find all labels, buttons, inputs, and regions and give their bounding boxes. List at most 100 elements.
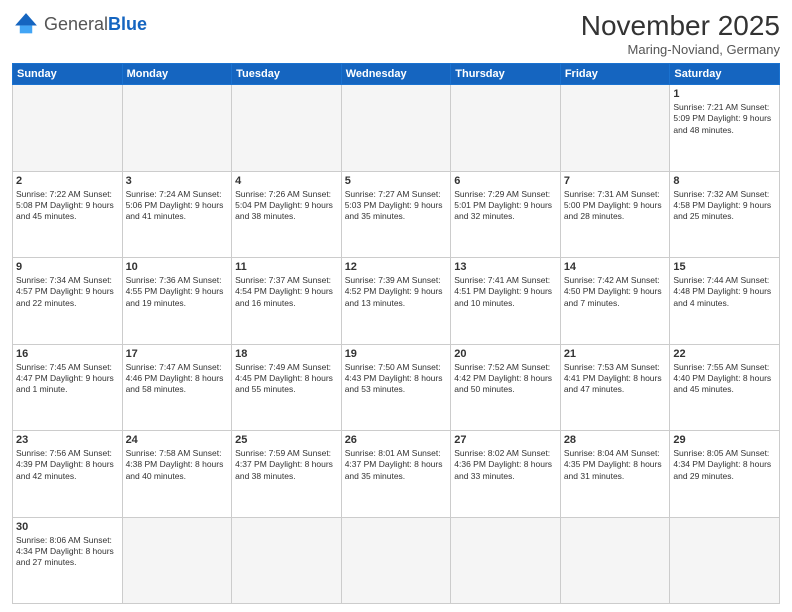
day-info: Sunrise: 8:04 AM Sunset: 4:35 PM Dayligh… <box>564 448 667 482</box>
logo-icon <box>12 10 40 38</box>
day-info: Sunrise: 8:02 AM Sunset: 4:36 PM Dayligh… <box>454 448 557 482</box>
day-number: 26 <box>345 434 448 446</box>
day-number: 16 <box>16 348 119 360</box>
week-row-1: 2 Sunrise: 7:22 AM Sunset: 5:08 PM Daylig… <box>13 171 780 258</box>
day-cell <box>232 85 342 172</box>
day-number: 30 <box>16 521 119 533</box>
day-number: 14 <box>564 261 667 273</box>
day-number: 23 <box>16 434 119 446</box>
day-info: Sunrise: 7:58 AM Sunset: 4:38 PM Dayligh… <box>126 448 229 482</box>
col-header-friday: Friday <box>560 64 670 85</box>
day-info: Sunrise: 7:27 AM Sunset: 5:03 PM Dayligh… <box>345 189 448 223</box>
day-cell: 25Sunrise: 7:59 AM Sunset: 4:37 PM Dayli… <box>232 431 342 518</box>
col-header-thursday: Thursday <box>451 64 561 85</box>
day-info: Sunrise: 8:05 AM Sunset: 4:34 PM Dayligh… <box>673 448 776 482</box>
day-cell: 11 Sunrise: 7:37 AM Sunset: 4:54 PM Dayli… <box>232 258 342 345</box>
day-info: Sunrise: 7:50 AM Sunset: 4:43 PM Dayligh… <box>345 362 448 396</box>
day-info: Sunrise: 8:01 AM Sunset: 4:37 PM Dayligh… <box>345 448 448 482</box>
day-number: 18 <box>235 348 338 360</box>
day-info: Sunrise: 7:31 AM Sunset: 5:00 PM Dayligh… <box>564 189 667 223</box>
col-header-tuesday: Tuesday <box>232 64 342 85</box>
day-number: 15 <box>673 261 776 273</box>
logo-text: GeneralBlue <box>44 15 147 33</box>
day-number: 27 <box>454 434 557 446</box>
day-cell: 5 Sunrise: 7:27 AM Sunset: 5:03 PM Daylig… <box>341 171 451 258</box>
day-info: Sunrise: 7:44 AM Sunset: 4:48 PM Dayligh… <box>673 275 776 309</box>
day-number: 11 <box>235 261 338 273</box>
logo-blue: Blue <box>108 14 147 34</box>
day-cell: 28 Sunrise: 8:04 AM Sunset: 4:35 PM Dayli… <box>560 431 670 518</box>
day-number: 5 <box>345 175 448 187</box>
day-info: Sunrise: 7:59 AM Sunset: 4:37 PM Dayligh… <box>235 448 338 482</box>
day-cell <box>122 517 232 604</box>
week-row-5: 30 Sunrise: 8:06 AM Sunset: 4:34 PM Dayli… <box>13 517 780 604</box>
week-row-3: 16 Sunrise: 7:45 AM Sunset: 4:47 PM Dayli… <box>13 344 780 431</box>
week-row-4: 23 Sunrise: 7:56 AM Sunset: 4:39 PM Dayli… <box>13 431 780 518</box>
day-info: Sunrise: 7:49 AM Sunset: 4:45 PM Dayligh… <box>235 362 338 396</box>
day-number: 29 <box>673 434 776 446</box>
calendar: SundayMondayTuesdayWednesdayThursdayFrid… <box>12 63 780 604</box>
day-cell: 18 Sunrise: 7:49 AM Sunset: 4:45 PM Dayli… <box>232 344 342 431</box>
day-cell: 19 Sunrise: 7:50 AM Sunset: 4:43 PM Dayli… <box>341 344 451 431</box>
day-cell: 30 Sunrise: 8:06 AM Sunset: 4:34 PM Dayli… <box>13 517 123 604</box>
day-info: Sunrise: 7:41 AM Sunset: 4:51 PM Dayligh… <box>454 275 557 309</box>
day-info: Sunrise: 7:34 AM Sunset: 4:57 PM Dayligh… <box>16 275 119 309</box>
day-info: Sunrise: 7:56 AM Sunset: 4:39 PM Dayligh… <box>16 448 119 482</box>
day-cell <box>341 85 451 172</box>
day-info: Sunrise: 8:06 AM Sunset: 4:34 PM Dayligh… <box>16 535 119 569</box>
day-cell: 8 Sunrise: 7:32 AM Sunset: 4:58 PM Daylig… <box>670 171 780 258</box>
day-number: 10 <box>126 261 229 273</box>
day-number: 21 <box>564 348 667 360</box>
day-info: Sunrise: 7:53 AM Sunset: 4:41 PM Dayligh… <box>564 362 667 396</box>
week-row-2: 9Sunrise: 7:34 AM Sunset: 4:57 PM Daylig… <box>13 258 780 345</box>
logo-general: General <box>44 14 108 34</box>
day-cell <box>232 517 342 604</box>
day-number: 17 <box>126 348 229 360</box>
day-number: 28 <box>564 434 667 446</box>
day-info: Sunrise: 7:22 AM Sunset: 5:08 PM Dayligh… <box>16 189 119 223</box>
day-number: 2 <box>16 175 119 187</box>
day-cell: 1Sunrise: 7:21 AM Sunset: 5:09 PM Daylig… <box>670 85 780 172</box>
location-title: Maring-Noviand, Germany <box>581 42 780 57</box>
day-cell: 20Sunrise: 7:52 AM Sunset: 4:42 PM Dayli… <box>451 344 561 431</box>
col-header-saturday: Saturday <box>670 64 780 85</box>
day-cell: 7 Sunrise: 7:31 AM Sunset: 5:00 PM Daylig… <box>560 171 670 258</box>
day-cell: 10Sunrise: 7:36 AM Sunset: 4:55 PM Dayli… <box>122 258 232 345</box>
day-number: 1 <box>673 88 776 100</box>
day-cell: 29 Sunrise: 8:05 AM Sunset: 4:34 PM Dayli… <box>670 431 780 518</box>
day-number: 22 <box>673 348 776 360</box>
header-row: SundayMondayTuesdayWednesdayThursdayFrid… <box>13 64 780 85</box>
day-cell <box>560 517 670 604</box>
day-number: 19 <box>345 348 448 360</box>
day-cell <box>451 85 561 172</box>
col-header-sunday: Sunday <box>13 64 123 85</box>
day-info: Sunrise: 7:45 AM Sunset: 4:47 PM Dayligh… <box>16 362 119 396</box>
day-cell: 3Sunrise: 7:24 AM Sunset: 5:06 PM Daylig… <box>122 171 232 258</box>
day-info: Sunrise: 7:39 AM Sunset: 4:52 PM Dayligh… <box>345 275 448 309</box>
day-cell: 24 Sunrise: 7:58 AM Sunset: 4:38 PM Dayli… <box>122 431 232 518</box>
day-info: Sunrise: 7:37 AM Sunset: 4:54 PM Dayligh… <box>235 275 338 309</box>
day-cell <box>451 517 561 604</box>
day-cell: 23 Sunrise: 7:56 AM Sunset: 4:39 PM Dayli… <box>13 431 123 518</box>
title-block: November 2025 Maring-Noviand, Germany <box>581 10 780 57</box>
day-number: 8 <box>673 175 776 187</box>
logo: GeneralBlue <box>12 10 147 38</box>
day-number: 3 <box>126 175 229 187</box>
day-info: Sunrise: 7:55 AM Sunset: 4:40 PM Dayligh… <box>673 362 776 396</box>
day-cell: 15 Sunrise: 7:44 AM Sunset: 4:48 PM Dayli… <box>670 258 780 345</box>
day-cell <box>122 85 232 172</box>
day-number: 4 <box>235 175 338 187</box>
day-number: 24 <box>126 434 229 446</box>
day-cell: 6Sunrise: 7:29 AM Sunset: 5:01 PM Daylig… <box>451 171 561 258</box>
day-cell: 17 Sunrise: 7:47 AM Sunset: 4:46 PM Dayli… <box>122 344 232 431</box>
col-header-wednesday: Wednesday <box>341 64 451 85</box>
day-info: Sunrise: 7:47 AM Sunset: 4:46 PM Dayligh… <box>126 362 229 396</box>
day-cell: 13Sunrise: 7:41 AM Sunset: 4:51 PM Dayli… <box>451 258 561 345</box>
week-row-0: 1Sunrise: 7:21 AM Sunset: 5:09 PM Daylig… <box>13 85 780 172</box>
day-info: Sunrise: 7:32 AM Sunset: 4:58 PM Dayligh… <box>673 189 776 223</box>
day-info: Sunrise: 7:42 AM Sunset: 4:50 PM Dayligh… <box>564 275 667 309</box>
day-cell: 14 Sunrise: 7:42 AM Sunset: 4:50 PM Dayli… <box>560 258 670 345</box>
day-number: 7 <box>564 175 667 187</box>
day-cell: 2 Sunrise: 7:22 AM Sunset: 5:08 PM Daylig… <box>13 171 123 258</box>
day-info: Sunrise: 7:29 AM Sunset: 5:01 PM Dayligh… <box>454 189 557 223</box>
